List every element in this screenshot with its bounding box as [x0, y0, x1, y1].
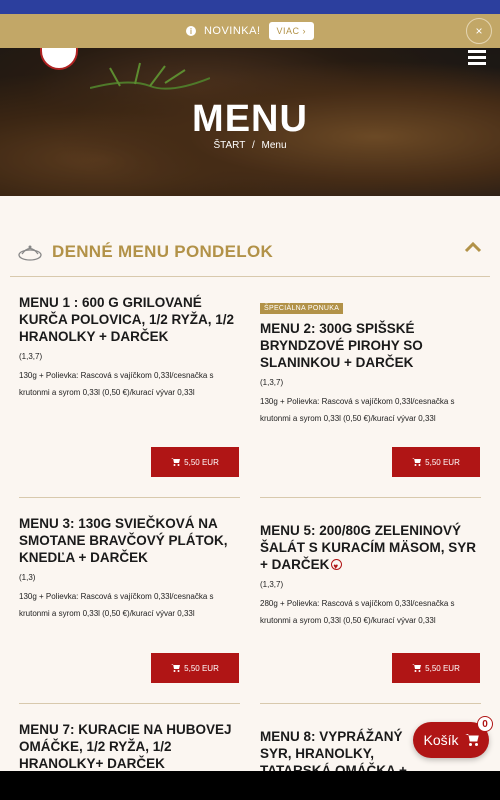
- menu-item-title: MENU 3: 130G SVIEČKOVÁ NA SMOTANE BRAVČO…: [19, 516, 228, 565]
- notice-more-button[interactable]: VIAC ›: [268, 22, 315, 40]
- chevron-up-icon[interactable]: [464, 240, 482, 254]
- price-label: 5,50 EUR: [425, 457, 460, 467]
- menu-item-title: MENU 5: 200/80G ZELENINOVÝ ŠALÁT S KURAC…: [260, 522, 480, 575]
- menu-item-allergens: (1,3,7): [19, 352, 43, 361]
- top-strip: [0, 0, 500, 14]
- menu-item-card: MENU 7: KURACIE NA HUBOVEJ OMÁČKE, 1/2 R…: [19, 721, 239, 772]
- menu-item-card: MENU 3: 130G SVIEČKOVÁ NA SMOTANE BRAVČO…: [19, 515, 239, 685]
- herb-decoration: [90, 62, 210, 90]
- cart-icon: [412, 458, 422, 466]
- section-header[interactable]: DENNÉ MENU PONDELOK: [18, 238, 482, 266]
- menu-item-title: MENU 1 : 600 G GRILOVANÉ KURČA POLOVICA,…: [19, 295, 235, 344]
- add-to-cart-button[interactable]: 5,50 EUR: [392, 447, 480, 477]
- info-icon: i: [185, 26, 196, 36]
- card-divider: [260, 703, 481, 704]
- price-label: 5,50 EUR: [184, 663, 219, 673]
- menu-item-allergens: (1,3): [19, 573, 36, 582]
- breadcrumb: ŠTART / Menu: [0, 140, 500, 151]
- section-divider: [10, 276, 490, 277]
- menu-item-description: 280g + Polievka: Rascová s vajíčkom 0,33…: [260, 599, 455, 625]
- breadcrumb-home[interactable]: ŠTART: [213, 140, 245, 151]
- dish-icon: [18, 245, 42, 261]
- menu-item-title: MENU 7: KURACIE NA HUBOVEJ OMÁČKE, 1/2 R…: [19, 722, 232, 771]
- hamburger-menu-icon[interactable]: [468, 50, 486, 68]
- card-divider: [19, 497, 240, 498]
- cart-count-badge: 0: [477, 716, 493, 732]
- cart-icon: [171, 664, 181, 672]
- menu-item-card: MENU 1 : 600 G GRILOVANÉ KURČA POLOVICA,…: [19, 294, 239, 479]
- breadcrumb-separator: /: [251, 140, 255, 151]
- add-to-cart-button[interactable]: 5,50 EUR: [392, 653, 480, 683]
- menu-item-allergens: (1,3,7): [260, 580, 284, 589]
- special-offer-badge: ŠPECIÁLNA PONUKA: [260, 303, 344, 314]
- card-divider: [19, 703, 240, 704]
- section-title: DENNÉ MENU PONDELOK: [52, 242, 274, 261]
- cart-button[interactable]: Košík 0: [413, 716, 493, 758]
- menu-item-allergens: (1,3,7): [260, 378, 284, 387]
- add-to-cart-button[interactable]: 5,50 EUR: [151, 653, 239, 683]
- menu-item-description: 130g + Polievka: Rascová s vajíčkom 0,33…: [19, 592, 214, 618]
- cart-icon: [412, 664, 422, 672]
- menu-item-description: 130g + Polievka: Rascová s vajíčkom 0,33…: [19, 371, 214, 397]
- price-label: 5,50 EUR: [184, 457, 219, 467]
- price-label: 5,50 EUR: [425, 663, 460, 673]
- cart-icon: [171, 458, 181, 466]
- card-divider: [260, 497, 481, 498]
- page-title: MENU: [192, 98, 308, 140]
- cart-label: Košík: [423, 732, 459, 748]
- menu-item-card: ŠPECIÁLNA PONUKA MENU 2: 300G SPIŠSKÉ BR…: [260, 297, 480, 479]
- notice-bar: i NOVINKA! VIAC › ×: [0, 14, 500, 48]
- add-to-cart-button[interactable]: 5,50 EUR: [151, 447, 239, 477]
- breadcrumb-current: Menu: [261, 140, 287, 151]
- menu-item-card: MENU 5: 200/80G ZELENINOVÝ ŠALÁT S KURAC…: [260, 522, 480, 685]
- notice-text: NOVINKA!: [203, 25, 261, 37]
- notice-close-button[interactable]: ×: [466, 18, 492, 44]
- menu-item-description: 130g + Polievka: Rascová s vajíčkom 0,33…: [260, 397, 455, 423]
- hero-banner: MENU ŠTART / Menu: [0, 48, 500, 196]
- cart-icon: [464, 734, 479, 746]
- bottom-bar: [0, 771, 500, 800]
- heart-icon: [331, 558, 343, 575]
- menu-item-title: MENU 2: 300G SPIŠSKÉ BRYNDZOVÉ PIROHY SO…: [260, 321, 423, 370]
